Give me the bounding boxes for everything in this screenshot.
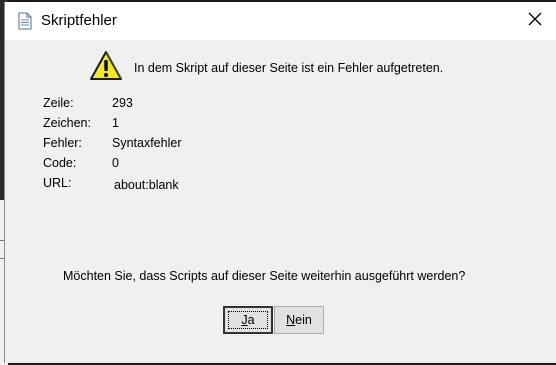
detail-label-char: Zeichen:: [43, 116, 91, 130]
detail-value-char: 1: [112, 116, 119, 130]
detail-value-line: 293: [112, 96, 133, 110]
dialog-title: Skriptfehler: [41, 12, 117, 29]
detail-value-url: about:blank: [114, 178, 179, 192]
detail-label-line: Zeile:: [43, 96, 74, 110]
detail-label-url: URL:: [43, 176, 72, 190]
yes-button[interactable]: Ja: [223, 306, 273, 334]
close-icon: [528, 12, 542, 31]
detail-value-code: 0: [112, 156, 119, 170]
detail-label-error: Fehler:: [43, 136, 82, 150]
continue-question: Möchten Sie, dass Scripts auf dieser Sei…: [63, 269, 466, 283]
detail-label-code: Code:: [43, 156, 77, 170]
error-message: In dem Skript auf dieser Seite ist ein F…: [134, 61, 444, 75]
warning-icon: [89, 50, 123, 82]
detail-value-error: Syntaxfehler: [112, 136, 182, 150]
dialog-body: In dem Skript auf dieser Seite ist ein F…: [5, 40, 556, 363]
no-button[interactable]: Nein: [274, 306, 324, 334]
close-button[interactable]: [522, 8, 548, 34]
script-error-dialog: Skriptfehler In dem Skript auf dieser Se…: [4, 2, 556, 363]
no-button-mnemonic: N: [286, 313, 296, 327]
no-button-label: ein: [295, 313, 312, 327]
focus-rectangle: [228, 311, 268, 329]
title-bar: Skriptfehler: [5, 2, 556, 40]
document-icon: [17, 12, 33, 30]
